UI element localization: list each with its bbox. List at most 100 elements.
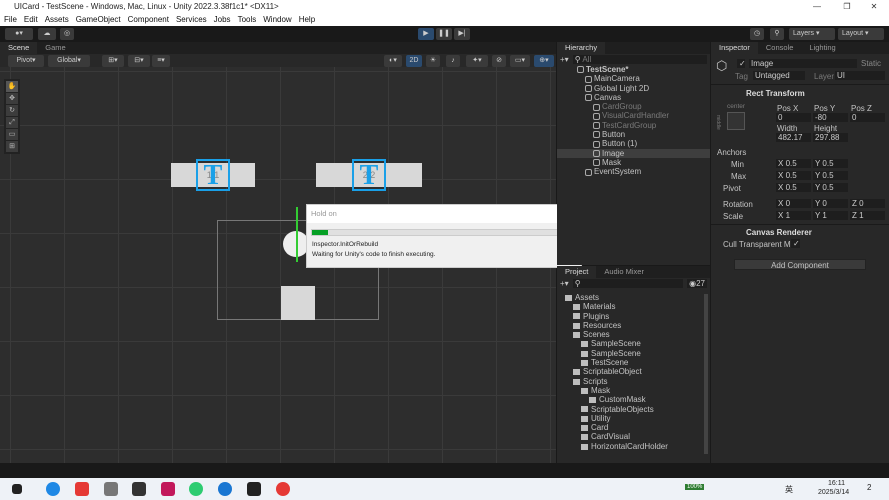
global-dropdown[interactable]: Global▾	[48, 55, 90, 67]
edge-icon[interactable]	[46, 482, 60, 496]
history-icon[interactable]: ◷	[750, 28, 764, 40]
browser-icon[interactable]	[218, 482, 232, 496]
project-item[interactable]: CardVisual	[557, 432, 710, 441]
ime-indicator[interactable]: 英	[785, 484, 793, 495]
anchor-max-y[interactable]: Y 0.5	[813, 171, 848, 180]
project-item[interactable]: Card	[557, 423, 710, 432]
play-button[interactable]: ▶	[418, 28, 434, 40]
pause-button[interactable]: ❚❚	[436, 28, 452, 40]
anchor-min-y[interactable]: Y 0.5	[813, 159, 848, 168]
unity-hub-icon[interactable]	[104, 482, 118, 496]
hidden-packages-count[interactable]: ◉27	[687, 279, 707, 288]
2d-toggle[interactable]: 2D	[406, 55, 422, 67]
anchor-max-x[interactable]: X 0.5	[776, 171, 811, 180]
menu-edit[interactable]: Edit	[24, 13, 38, 26]
transform-tool[interactable]: ⊞	[6, 141, 18, 152]
hierarchy-item[interactable]: TestCardGroup	[557, 121, 710, 130]
project-item[interactable]: ScriptableObjects	[557, 405, 710, 414]
audio-toggle[interactable]: ♪	[446, 55, 460, 67]
name-field[interactable]: Image	[749, 59, 857, 68]
rider-icon[interactable]	[161, 482, 175, 496]
scale-x[interactable]: X 1	[776, 211, 811, 220]
active-checkbox[interactable]: ✓	[737, 59, 746, 68]
tab-inspector[interactable]: Inspector	[711, 42, 758, 54]
start-icon[interactable]	[12, 484, 22, 494]
project-item[interactable]: HorizontalCardHolder	[557, 442, 710, 451]
tab-audio-mixer[interactable]: Audio Mixer	[596, 266, 652, 278]
menu-component[interactable]: Component	[128, 13, 169, 26]
layer-dropdown[interactable]: UI	[835, 71, 885, 80]
menu-gameobject[interactable]: GameObject	[76, 13, 121, 26]
step-button[interactable]: ▶|	[454, 28, 470, 40]
project-item[interactable]: Scenes	[557, 330, 710, 339]
menu-file[interactable]: File	[4, 13, 17, 26]
project-item[interactable]: Plugins	[557, 312, 710, 321]
project-item[interactable]: Assets	[557, 293, 710, 302]
pivot-dropdown[interactable]: Pivot▾	[8, 55, 44, 67]
tab-hierarchy[interactable]: Hierarchy	[557, 42, 606, 54]
move-handle-y[interactable]	[296, 207, 298, 262]
app-icon[interactable]	[247, 482, 261, 496]
netease-music-icon[interactable]	[276, 482, 290, 496]
posx-field[interactable]: 0	[776, 113, 811, 122]
project-item[interactable]: TestScene	[557, 358, 710, 367]
scale-y[interactable]: Y 1	[813, 211, 848, 220]
canvas-renderer-title[interactable]: Canvas Renderer	[746, 228, 812, 237]
minimize-button[interactable]: —	[805, 0, 829, 13]
cloud-icon[interactable]: ☁	[38, 28, 56, 40]
layout-dropdown[interactable]: Layout ▾	[838, 28, 884, 40]
add-button[interactable]: +▾	[560, 279, 569, 289]
project-item[interactable]: Utility	[557, 414, 710, 423]
clock-time[interactable]: 16:11	[828, 480, 845, 487]
hierarchy-item[interactable]: Button (1)	[557, 139, 710, 148]
tab-project[interactable]: Project	[557, 266, 597, 278]
rect-tool[interactable]: ▭	[6, 129, 18, 140]
pivot-y[interactable]: Y 0.5	[813, 183, 848, 192]
menu-help[interactable]: Help	[299, 13, 315, 26]
unity-icon[interactable]	[132, 482, 146, 496]
hierarchy-item[interactable]: EventSystem	[557, 167, 710, 176]
scale-z[interactable]: Z 1	[850, 211, 885, 220]
menu-tools[interactable]: Tools	[238, 13, 257, 26]
project-search[interactable]: ⚲	[572, 279, 684, 288]
layers-dropdown[interactable]: Layers ▾	[789, 28, 835, 40]
gizmos-button[interactable]: ⊕▾	[534, 55, 554, 67]
project-item[interactable]: Resources	[557, 321, 710, 330]
project-item[interactable]: CustomMask	[557, 395, 710, 404]
rotate-tool[interactable]: ↻	[6, 105, 18, 116]
tab-game[interactable]: Game	[37, 42, 73, 54]
effects-toggle[interactable]: ✦▾	[466, 55, 488, 67]
add-component-button[interactable]: Add Component	[734, 259, 866, 270]
hierarchy-item[interactable]: Image	[557, 148, 710, 158]
project-item[interactable]: Mask	[557, 386, 710, 395]
hierarchy-item[interactable]: MainCamera	[557, 74, 710, 83]
posz-field[interactable]: 0	[850, 113, 885, 122]
rotation-z[interactable]: Z 0	[850, 199, 885, 208]
project-item[interactable]: Scripts	[557, 377, 710, 386]
tab-scene[interactable]: Scene	[0, 42, 38, 54]
hand-tool[interactable]: ✋	[6, 81, 18, 92]
close-button[interactable]: ✕	[862, 0, 886, 13]
hidden-objects-toggle[interactable]: ⊘	[492, 55, 506, 67]
move-tool[interactable]: ✥	[6, 93, 18, 104]
rotation-x[interactable]: X 0	[776, 199, 811, 208]
hierarchy-item[interactable]: Mask	[557, 158, 710, 167]
menu-jobs[interactable]: Jobs	[214, 13, 231, 26]
align-button[interactable]: ≡▾	[152, 55, 170, 67]
account-button[interactable]: ●▾	[5, 28, 33, 40]
tab-lighting[interactable]: Lighting	[801, 42, 843, 54]
width-field[interactable]: 482.17	[776, 133, 811, 142]
hierarchy-item[interactable]: CardGroup	[557, 102, 710, 111]
hierarchy-search[interactable]: ⚲ All	[572, 55, 707, 64]
notification-badge[interactable]: 2	[867, 483, 871, 492]
lighting-toggle[interactable]: ☀	[426, 55, 440, 67]
static-toggle[interactable]: Static	[861, 59, 881, 68]
clock-date[interactable]: 2025/3/14	[818, 489, 849, 496]
menu-assets[interactable]: Assets	[45, 13, 69, 26]
menu-window[interactable]: Window	[263, 13, 291, 26]
maximize-button[interactable]: ❐	[835, 0, 859, 13]
cull-transparent-checkbox[interactable]: ✓	[791, 239, 800, 248]
draw-mode-button[interactable]: ◐▾	[384, 55, 402, 67]
hierarchy-item[interactable]: VisualCardHandler	[557, 111, 710, 120]
tab-console[interactable]: Console	[758, 42, 802, 54]
